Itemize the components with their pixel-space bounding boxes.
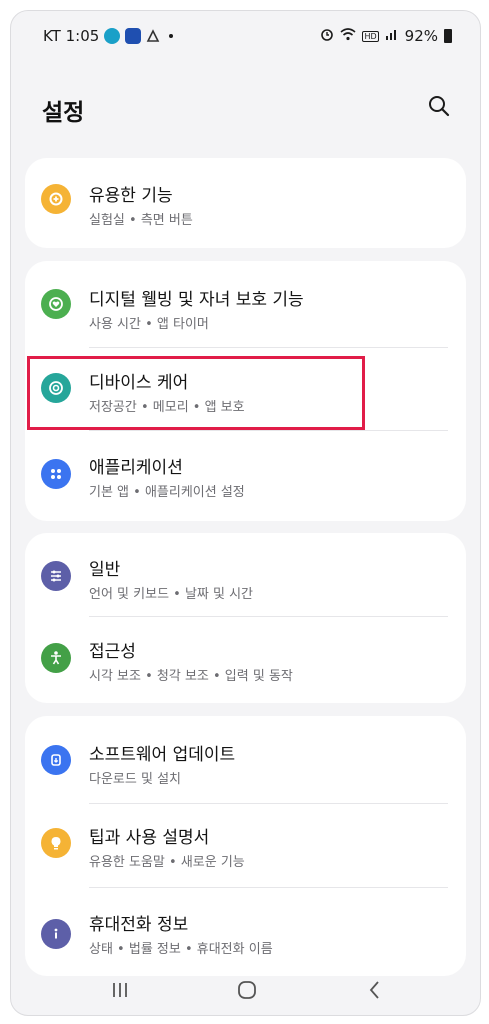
settings-item-accessibility[interactable]: 접근성 시각 보조 • 청각 보조 • 입력 및 동작 — [25, 616, 466, 703]
item-title: 접근성 — [89, 642, 136, 662]
battery-icon — [444, 29, 452, 43]
settings-item-general[interactable]: 일반 언어 및 키보드 • 날짜 및 시간 — [25, 533, 466, 616]
item-subtitle: 사용 시간 • 앱 타이머 — [89, 317, 209, 332]
battery-percent: 92% — [404, 27, 438, 45]
settings-card-2: 디지털 웰빙 및 자녀 보호 기능 사용 시간 • 앱 타이머 디바이스 케어 … — [25, 261, 466, 521]
item-subtitle: 실험실 • 측면 버튼 — [89, 213, 193, 228]
item-subtitle: 기본 앱 • 애플리케이션 설정 — [89, 485, 245, 500]
item-title: 일반 — [89, 560, 121, 580]
settings-item-applications[interactable]: 애플리케이션 기본 앱 • 애플리케이션 설정 — [25, 430, 466, 521]
item-subtitle: 언어 및 키보드 • 날짜 및 시간 — [89, 587, 254, 602]
settings-card-4: 소프트웨어 업데이트 다운로드 및 설치 팁과 사용 설명서 유용한 도움말 •… — [25, 716, 466, 976]
carrier-time: KT 1:05 — [43, 27, 100, 45]
item-title: 디바이스 케어 — [89, 373, 189, 393]
settings-item-about-phone[interactable]: 휴대전화 정보 상태 • 법률 정보 • 휴대전화 이름 — [25, 887, 466, 976]
item-subtitle: 상태 • 법률 정보 • 휴대전화 이름 — [89, 942, 273, 957]
settings-item-digital-wellbeing[interactable]: 디지털 웰빙 및 자녀 보호 기능 사용 시간 • 앱 타이머 — [25, 261, 466, 347]
settings-item-device-care[interactable]: 디바이스 케어 저장공간 • 메모리 • 앱 보호 — [25, 347, 466, 430]
settings-item-advanced-features[interactable]: 유용한 기능 실험실 • 측면 버튼 — [25, 158, 466, 248]
more-notifications-dot — [169, 34, 174, 38]
home-icon — [238, 981, 256, 999]
wellbeing-heart-icon — [41, 289, 71, 319]
plus-gear-icon — [41, 184, 71, 214]
update-icon — [41, 745, 71, 775]
item-subtitle: 다운로드 및 설치 — [89, 772, 181, 787]
status-bar: KT 1:05 HD 92% — [11, 11, 480, 61]
back-icon — [369, 981, 379, 999]
item-subtitle: 저장공간 • 메모리 • 앱 보호 — [89, 400, 245, 415]
signal-icon — [385, 27, 399, 45]
item-title: 휴대전화 정보 — [89, 915, 189, 935]
navigation-bar — [11, 965, 480, 1015]
teal-app-icon — [104, 28, 121, 44]
item-title: 디지털 웰빙 및 자녀 보호 기능 — [89, 290, 304, 310]
wifi-icon — [340, 27, 356, 45]
settings-item-tips[interactable]: 팁과 사용 설명서 유용한 도움말 • 새로운 기능 — [25, 803, 466, 887]
settings-item-software-update[interactable]: 소프트웨어 업데이트 다운로드 및 설치 — [25, 716, 466, 803]
item-title: 팁과 사용 설명서 — [89, 828, 210, 848]
phone-screen: KT 1:05 HD 92% 설정 유용한 기능 실험실 • 측면 버튼 디지털… — [10, 10, 481, 1016]
search-icon — [429, 96, 450, 117]
blue-app-icon — [125, 28, 142, 44]
settings-card-1: 유용한 기능 실험실 • 측면 버튼 — [25, 158, 466, 248]
item-subtitle: 유용한 도움말 • 새로운 기능 — [89, 855, 245, 870]
back-button[interactable] — [363, 979, 387, 1001]
settings-card-3: 일반 언어 및 키보드 • 날짜 및 시간 접근성 시각 보조 • 청각 보조 … — [25, 533, 466, 703]
device-care-icon — [41, 373, 71, 403]
search-button[interactable] — [426, 93, 452, 119]
item-title: 소프트웨어 업데이트 — [89, 745, 236, 765]
gray-app-icon — [146, 29, 160, 43]
recents-button[interactable] — [108, 979, 132, 1001]
page-title: 설정 — [42, 100, 85, 126]
apps-grid-icon — [41, 459, 71, 489]
sliders-icon — [41, 561, 71, 591]
home-button[interactable] — [235, 979, 259, 1001]
accessibility-icon — [41, 643, 71, 673]
item-subtitle: 시각 보조 • 청각 보조 • 입력 및 동작 — [89, 669, 293, 684]
alarm-icon — [320, 27, 334, 45]
info-icon — [41, 919, 71, 949]
lightbulb-icon — [41, 828, 71, 858]
recents-icon — [113, 983, 127, 997]
item-title: 애플리케이션 — [89, 458, 183, 478]
hd-label: HD — [362, 30, 379, 42]
item-title: 유용한 기능 — [89, 186, 173, 206]
